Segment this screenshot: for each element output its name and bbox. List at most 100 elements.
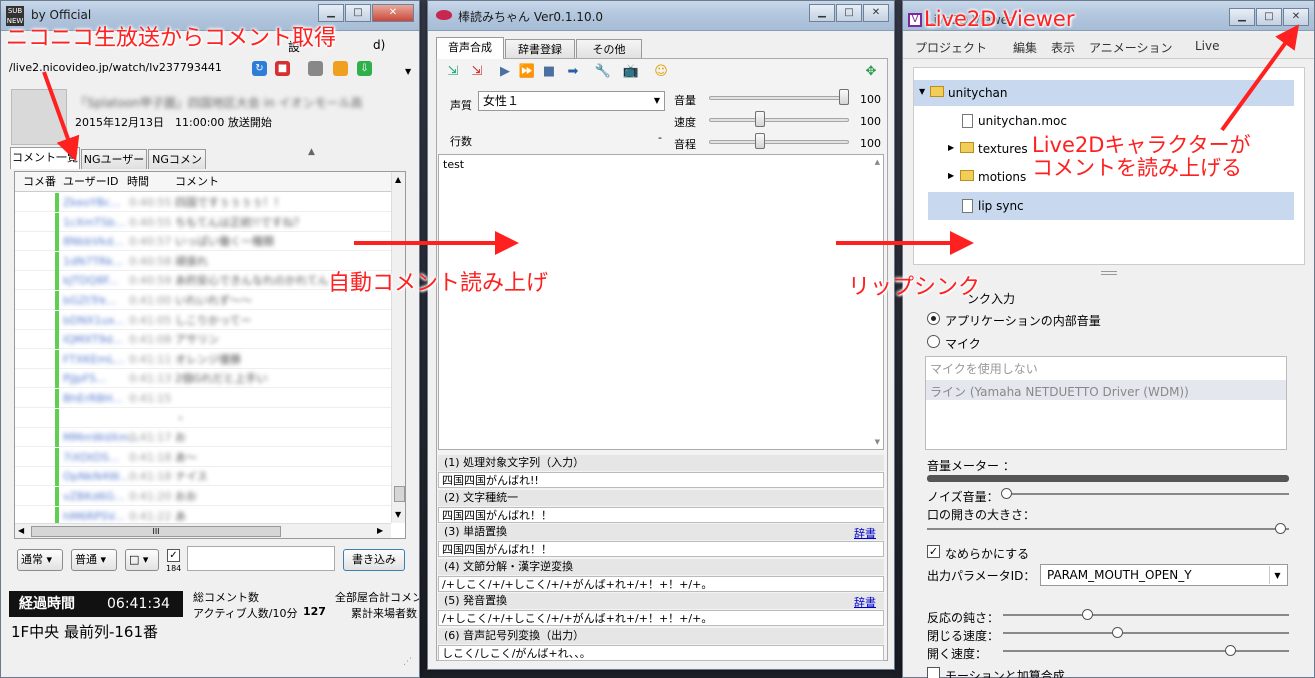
table-row[interactable]: ・ xyxy=(15,408,391,428)
close-button[interactable]: ✕ xyxy=(1283,8,1309,26)
speed-slider[interactable] xyxy=(709,118,849,122)
table-row[interactable]: IQMXT9d... 0:41:08 アサリン xyxy=(15,330,391,350)
mic-option-line[interactable]: ライン (Yamaha NETDUETTO Driver (WDM)) xyxy=(926,380,1286,400)
tree-root-row[interactable]: ▼ unitychan xyxy=(914,80,1294,106)
mouth-slider[interactable] xyxy=(927,528,1289,530)
scroll-up-icon[interactable]: ▲ xyxy=(875,158,880,166)
open-speed-slider-thumb[interactable] xyxy=(1225,645,1237,656)
table-row[interactable]: ZkeoYBc... 0:40:55 四国ですぅぅぅぅ！！ xyxy=(15,193,391,212)
smiley-icon[interactable]: ☺ xyxy=(652,63,670,81)
step-value[interactable]: しこく/しこく/がんば+れ、、。 xyxy=(438,644,884,661)
tab-other[interactable]: その他 xyxy=(576,39,642,59)
user-id-cell[interactable]: BhErRBH... xyxy=(63,389,123,408)
menu-item[interactable]: アニメーション xyxy=(1089,39,1173,56)
maximize-button[interactable]: □ xyxy=(345,4,371,22)
minimize-button[interactable]: ▁ xyxy=(1229,8,1255,26)
close-speed-slider-thumb[interactable] xyxy=(1112,627,1124,638)
mouth-slider-thumb[interactable] xyxy=(1275,523,1286,534)
tab-ng-users[interactable]: NGユーザー xyxy=(81,149,147,169)
expand-icon[interactable]: ✥ xyxy=(862,63,880,81)
comment-input[interactable] xyxy=(187,546,335,571)
play-clipboard-icon[interactable]: ⇲ xyxy=(444,63,462,81)
tree-collapsed-icon[interactable]: ▶ xyxy=(948,171,954,180)
tool-icon-1[interactable] xyxy=(308,61,323,76)
tab-dictionary[interactable]: 辞書登録 xyxy=(505,39,575,59)
comment-mode-dropdown[interactable]: 通常 ▾ xyxy=(17,549,63,571)
next-icon[interactable]: ➡ xyxy=(564,63,582,81)
user-id-cell[interactable]: PjJpFS... xyxy=(63,369,107,388)
user-id-cell[interactable]: IQMXT9d... xyxy=(63,330,123,349)
menu-partial-right[interactable]: d) xyxy=(373,38,385,52)
table-row[interactable]: OpNkN4W... 0:41:18 ナイス xyxy=(15,467,391,487)
user-id-cell[interactable]: 1dN7TRk... xyxy=(63,252,123,271)
step-value[interactable]: 四国四国がんばれ!! xyxy=(438,472,884,488)
user-id-cell[interactable]: MMmWdXm... xyxy=(63,428,139,447)
menu-item[interactable]: Live xyxy=(1195,39,1220,53)
comment-size-dropdown[interactable]: 普通 ▾ xyxy=(71,549,117,571)
reaction-slider-thumb[interactable] xyxy=(1081,609,1093,620)
user-id-cell[interactable]: vZBKd6G... xyxy=(63,487,125,506)
table-row[interactable]: MMmWdXm... 0:41:17 お xyxy=(15,428,391,448)
play-icon[interactable]: ▶ xyxy=(496,63,514,81)
open-speed-slider[interactable] xyxy=(1003,650,1289,652)
close-button[interactable]: ✕ xyxy=(372,4,414,22)
speed-slider-thumb[interactable] xyxy=(754,111,765,127)
motion-blend-checkbox[interactable] xyxy=(927,667,940,678)
param-select[interactable]: PARAM_MOUTH_OPEN_Y ▼ xyxy=(1040,564,1288,586)
scroll-down-icon[interactable]: ▼ xyxy=(395,510,401,519)
url-bar[interactable]: /live2.nicovideo.jp/watch/lv237793441 xyxy=(9,59,249,77)
tv-icon[interactable]: 📺 xyxy=(622,63,640,81)
scroll-thumb[interactable] xyxy=(394,486,405,502)
minimize-button[interactable]: ▁ xyxy=(809,4,835,22)
table-row[interactable]: PjJpFS... 0:41:13 2個Gれだと上手い xyxy=(15,369,391,389)
tool-icon-2[interactable] xyxy=(333,61,348,76)
volume-slider[interactable] xyxy=(709,96,849,100)
vertical-scrollbar[interactable]: ▲ ▼ xyxy=(391,172,405,523)
reaction-slider[interactable] xyxy=(1003,614,1289,616)
table-row[interactable]: 1cXmTSb... 0:40:55 ちもてんは正統!!ですね？ xyxy=(15,212,391,232)
scroll-down-icon[interactable]: ▼ xyxy=(875,438,880,446)
minimize-button[interactable]: ▁ xyxy=(318,4,344,22)
col-header-comment[interactable]: コメント xyxy=(175,172,219,192)
user-id-cell[interactable]: bGZtTrk... xyxy=(63,291,117,310)
table-row[interactable]: 8NbbVkd... 0:40:57 いっぱい働く一種類 xyxy=(15,232,391,252)
step-value[interactable]: 四国四国がんばれ！！ xyxy=(438,506,884,523)
maximize-button[interactable]: □ xyxy=(836,4,862,22)
stop-icon[interactable]: ■ xyxy=(540,63,558,81)
step-value[interactable]: /+しこく/+/+しこく/+/+がんば+れ+/+！+！+/+。 xyxy=(438,610,884,626)
table-row[interactable]: 7iXDtDS... 0:41:18 あ〜 xyxy=(15,447,391,467)
user-id-cell[interactable]: OpNkN4W... xyxy=(63,467,129,486)
user-id-cell[interactable]: FTXKEmL... xyxy=(63,350,125,369)
step-value[interactable]: 四国四国がんばれ！！ xyxy=(438,541,884,557)
menu-item[interactable]: 編集 xyxy=(1013,39,1037,56)
text-input-area[interactable]: test ▲ ▼ xyxy=(438,154,884,450)
settings-wrench-icon[interactable]: 🔧 xyxy=(594,63,612,81)
close-button[interactable]: ✕ xyxy=(863,4,889,22)
pitch-slider[interactable] xyxy=(709,140,849,144)
pitch-slider-thumb[interactable] xyxy=(754,133,765,149)
step-value[interactable]: /+しこく/+/+しこく/+/+がんば+れ+/+！+！+/+。 xyxy=(438,575,884,592)
stop-clipboard-icon[interactable]: ⇲ xyxy=(468,63,486,81)
stop-icon[interactable]: ■ xyxy=(275,61,290,76)
col-header-time[interactable]: 時間 xyxy=(127,172,149,192)
voice-select[interactable]: 女性１ ▼ xyxy=(478,91,665,111)
col-header-user[interactable]: ユーザーID xyxy=(63,172,119,192)
radio-mic[interactable] xyxy=(927,335,940,348)
smooth-checkbox[interactable]: ✓ xyxy=(927,545,940,558)
tool-icon-3[interactable]: ⇩ xyxy=(357,61,372,76)
dictionary-link[interactable]: 辞書 xyxy=(854,594,876,610)
user-id-cell[interactable]: ZkeoYBc... xyxy=(63,193,121,212)
dictionary-link[interactable]: 辞書 xyxy=(854,525,876,541)
splitter-grip[interactable] xyxy=(1101,271,1117,275)
col-header-num[interactable]: コメ番 xyxy=(23,172,56,192)
titlebar[interactable]: 棒読みちゃん Ver0.1.10.0 ▁ □ ✕ xyxy=(428,1,894,31)
maximize-button[interactable]: □ xyxy=(1256,8,1282,26)
tree-item-lipsync[interactable]: lip sync xyxy=(928,192,1294,220)
tab-comment-list[interactable]: コメント一覧 xyxy=(10,147,80,169)
resize-grip-icon[interactable]: ⋰ xyxy=(403,657,412,667)
scroll-right-icon[interactable]: ▶ xyxy=(377,526,383,535)
scroll-up-icon[interactable]: ▲ xyxy=(395,175,401,184)
anonymous-checkbox[interactable]: ✓ xyxy=(167,549,180,562)
table-row[interactable]: FTXKEmL... 0:41:11 オレンジ優勝 xyxy=(15,349,391,369)
collapse-icon[interactable]: ▲ xyxy=(308,147,315,157)
